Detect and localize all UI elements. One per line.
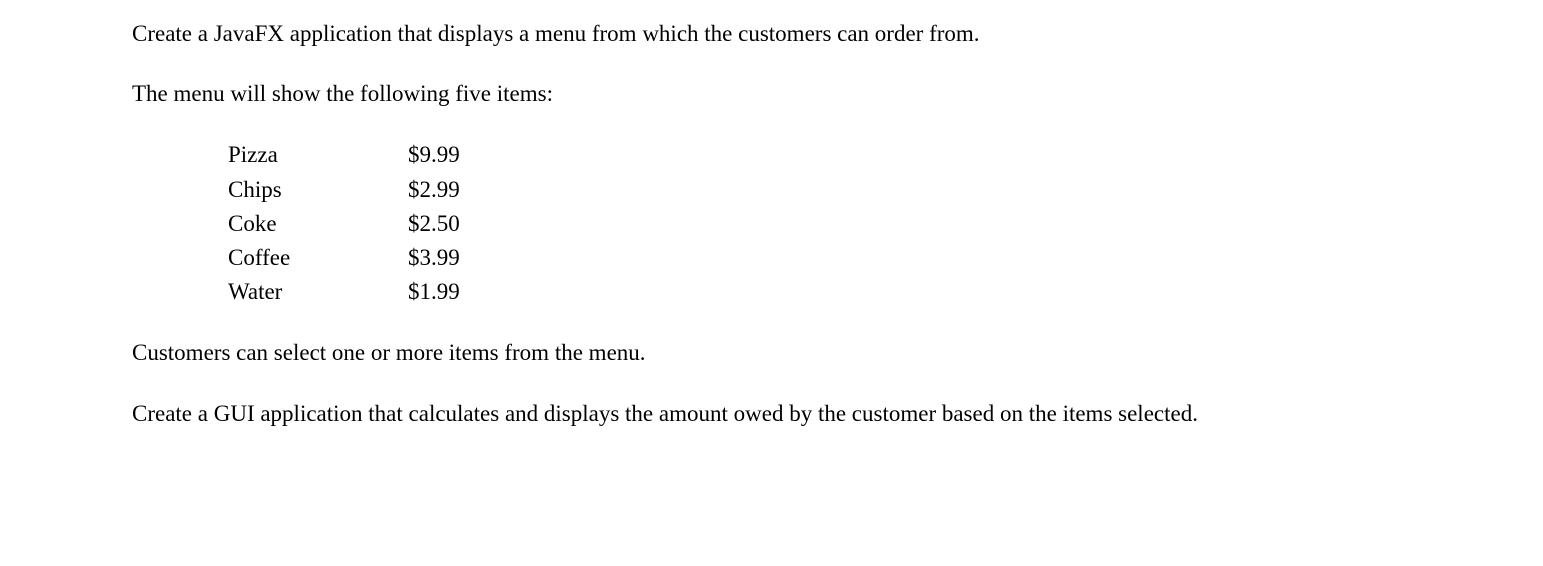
menu-item-name: Pizza bbox=[228, 138, 408, 172]
menu-item-price: $1.99 bbox=[408, 275, 508, 309]
document-body: Create a JavaFX application that display… bbox=[0, 0, 1232, 430]
menu-item-name: Coke bbox=[228, 207, 408, 241]
table-row: Chips $2.99 bbox=[228, 173, 508, 207]
table-row: Coke $2.50 bbox=[228, 207, 508, 241]
menu-item-price: $2.99 bbox=[408, 173, 508, 207]
intro-paragraph: Create a JavaFX application that display… bbox=[132, 18, 1232, 50]
menu-item-price: $3.99 bbox=[408, 241, 508, 275]
menu-item-price: $9.99 bbox=[408, 138, 508, 172]
table-row: Pizza $9.99 bbox=[228, 138, 508, 172]
table-row: Water $1.99 bbox=[228, 275, 508, 309]
task-paragraph: Create a GUI application that calculates… bbox=[132, 398, 1232, 430]
menu-item-name: Coffee bbox=[228, 241, 408, 275]
menu-item-name: Chips bbox=[228, 173, 408, 207]
menu-item-price: $2.50 bbox=[408, 207, 508, 241]
menu-lead-paragraph: The menu will show the following five it… bbox=[132, 78, 1232, 110]
table-row: Coffee $3.99 bbox=[228, 241, 508, 275]
selection-paragraph: Customers can select one or more items f… bbox=[132, 337, 1232, 369]
menu-items-table: Pizza $9.99 Chips $2.99 Coke $2.50 Coffe… bbox=[228, 138, 508, 309]
menu-item-name: Water bbox=[228, 275, 408, 309]
